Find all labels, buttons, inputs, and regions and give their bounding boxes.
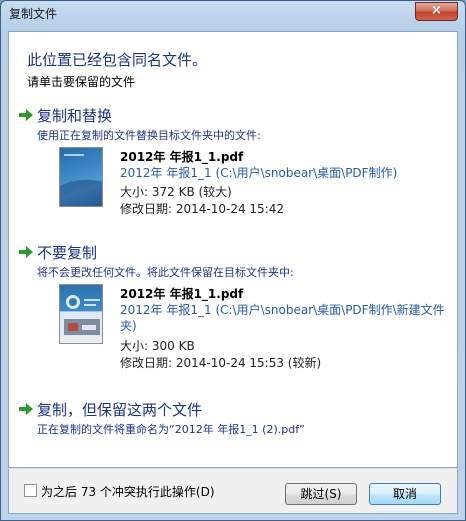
file-modified-date: 修改日期: 2014-10-24 15:42 bbox=[120, 202, 284, 216]
option-copy-keep-both[interactable]: 复制，但保留这两个文件 正在复制的文件将重命名为“2012年 年报1_1 (2)… bbox=[19, 399, 449, 439]
pdf-cover-image bbox=[60, 154, 102, 206]
option-description: 将不会更改任何文件。将此文件保留在目标文件夹中: bbox=[37, 266, 294, 279]
checkbox-label[interactable]: 为之后 73 个冲突执行此操作(D) bbox=[41, 483, 215, 500]
checkbox-box[interactable] bbox=[24, 484, 37, 497]
option-title: 复制和替换 bbox=[37, 107, 113, 125]
window-title: 复制文件 bbox=[9, 7, 58, 21]
close-icon: × bbox=[431, 3, 442, 18]
file-name: 2012年 年报1_1.pdf bbox=[120, 287, 244, 301]
file-size: 大小: 372 KB (较大) bbox=[120, 185, 232, 199]
green-arrow-icon bbox=[19, 246, 33, 258]
close-button[interactable]: × bbox=[415, 2, 458, 21]
option-description: 正在复制的文件将重命名为“2012年 年报1_1 (2).pdf” bbox=[37, 423, 305, 436]
dialog-footer: 为之后 73 个冲突执行此操作(D) 跳过(S) 取消 bbox=[8, 468, 458, 514]
copy-file-dialog: 复制文件 × 此位置已经包含同名文件。 请单击要保留的文件 复制和替换 使用正在… bbox=[0, 0, 466, 521]
file-path: 2012年 年报1_1 (C:\用户\snobear\桌面\PDF制作\新建文件… bbox=[120, 303, 445, 333]
green-arrow-icon bbox=[19, 403, 33, 415]
option-title: 不要复制 bbox=[37, 244, 98, 262]
cancel-button[interactable]: 取消 bbox=[369, 483, 441, 505]
pdf-thumbnail bbox=[59, 147, 103, 207]
file-name: 2012年 年报1_1.pdf bbox=[120, 150, 244, 164]
option-do-not-copy[interactable]: 不要复制 将不会更改任何文件。将此文件保留在目标文件夹中: 2012年 年报1_… bbox=[19, 242, 449, 370]
option-description: 使用正在复制的文件替换目标文件夹中的文件: bbox=[37, 129, 261, 142]
file-size: 大小: 300 KB bbox=[120, 339, 195, 353]
instruction-text: 请单击要保留的文件 bbox=[27, 75, 136, 89]
green-arrow-icon bbox=[19, 109, 33, 121]
file-path: 2012年 年报1_1 (C:\用户\snobear\桌面\PDF制作) bbox=[120, 166, 398, 180]
conflict-heading: 此位置已经包含同名文件。 bbox=[27, 51, 208, 69]
dialog-content: 此位置已经包含同名文件。 请单击要保留的文件 复制和替换 使用正在复制的文件替换… bbox=[8, 31, 458, 468]
option-title: 复制，但保留这两个文件 bbox=[37, 401, 203, 419]
option-copy-and-replace[interactable]: 复制和替换 使用正在复制的文件替换目标文件夹中的文件: 2012年 年报1_1.… bbox=[19, 105, 449, 220]
pdf-thumbnail bbox=[59, 284, 103, 344]
file-modified-date: 修改日期: 2014-10-24 15:53 (较新) bbox=[120, 356, 322, 370]
skip-button[interactable]: 跳过(S) bbox=[285, 483, 357, 505]
pdf-cover-image bbox=[64, 295, 100, 335]
title-bar[interactable]: 复制文件 × bbox=[1, 1, 465, 25]
